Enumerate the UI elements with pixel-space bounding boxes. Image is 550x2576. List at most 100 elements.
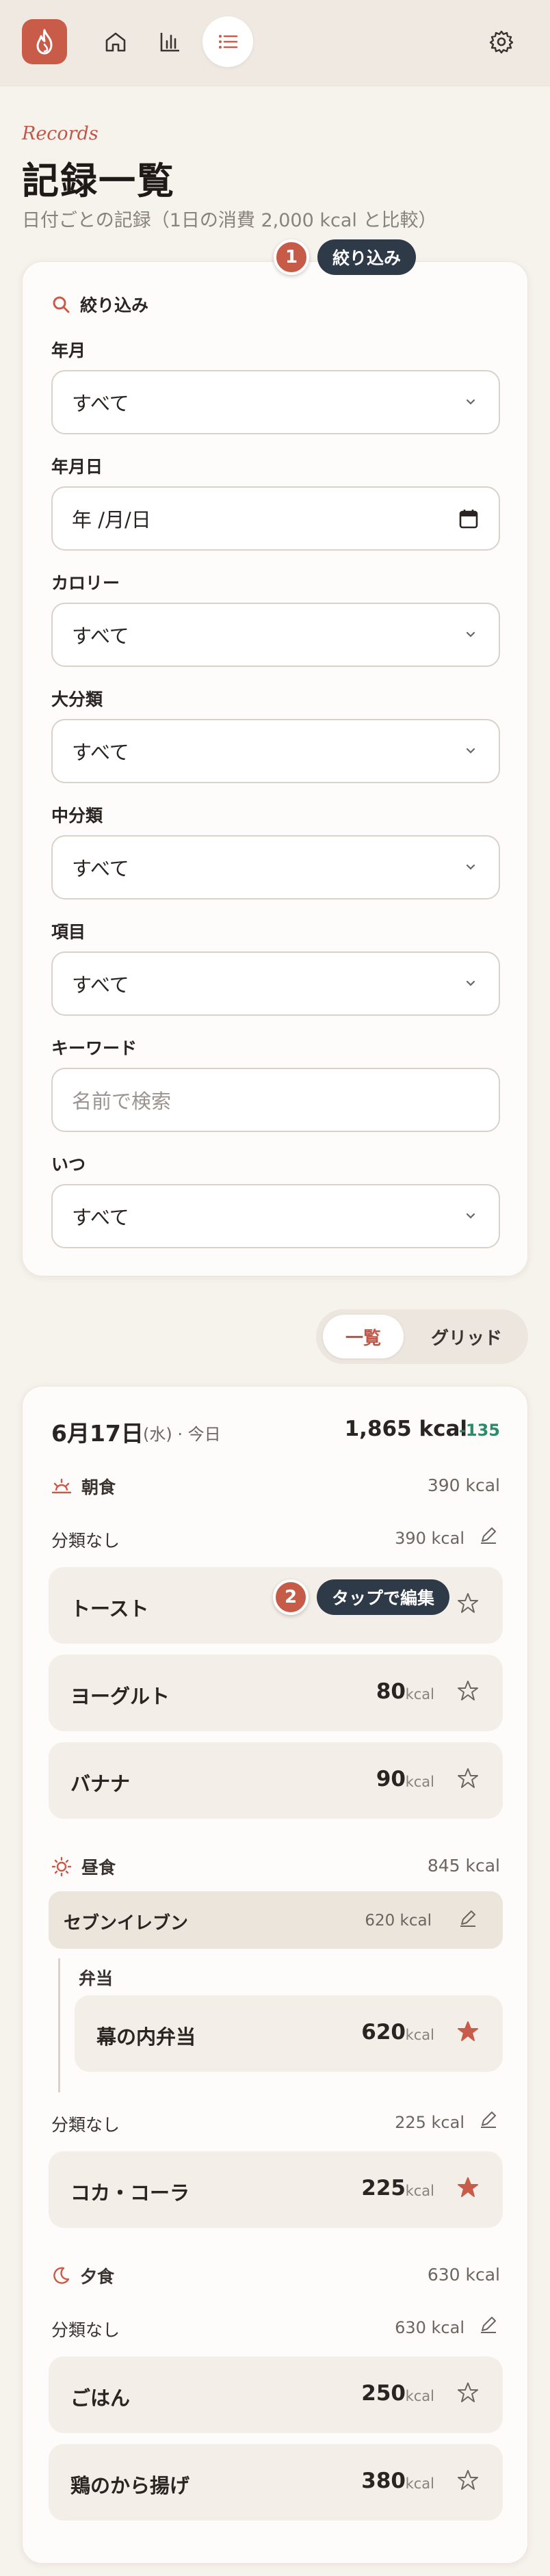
food-kcal-value: 380: [361, 2469, 406, 2493]
top-nav-bar: [0, 0, 550, 86]
day-weekday: (水) · 今日: [143, 1425, 221, 1444]
select-value: すべて: [72, 392, 129, 415]
food-name: ヨーグルト: [70, 1685, 170, 1708]
nav-stats-button[interactable]: [145, 16, 196, 67]
star-filled-icon[interactable]: [456, 2020, 480, 2043]
item-select[interactable]: すべて: [51, 951, 500, 1016]
field-label-major-category: 大分類: [51, 689, 103, 709]
meal-kcal: 630 kcal: [427, 2265, 500, 2285]
food-kcal-value: 225: [361, 2176, 406, 2200]
select-value: すべて: [72, 857, 129, 880]
sunrise-icon: [51, 1478, 72, 1494]
pencil-icon[interactable]: [478, 2314, 499, 2335]
home-icon: [105, 32, 126, 52]
food-name: トースト: [70, 1597, 149, 1620]
list-icon: [219, 35, 238, 49]
group-kcal: 630 kcal: [395, 2318, 464, 2337]
chevron-down-icon: [466, 864, 475, 870]
food-item[interactable]: 鶏のから揚げ 380 kcal: [49, 2444, 503, 2521]
meal-name: 昼食: [81, 1858, 116, 1878]
callout-number: 1: [274, 239, 309, 275]
food-item[interactable]: ヨーグルト 80 kcal: [49, 1655, 503, 1731]
keyword-input[interactable]: 名前で検索: [51, 1068, 500, 1132]
group-kcal: 390 kcal: [395, 1529, 464, 1548]
star-outline-icon[interactable]: [456, 2469, 480, 2492]
pencil-icon[interactable]: [458, 1908, 478, 1928]
select-value: すべて: [72, 973, 129, 997]
chevron-down-icon: [466, 1213, 475, 1219]
food-item[interactable]: ごはん 250 kcal: [49, 2356, 503, 2433]
select-value: すべて: [72, 625, 129, 648]
food-kcal-value: 90: [376, 1767, 406, 1791]
major-category-select[interactable]: すべて: [51, 719, 500, 783]
food-name: 鶏のから揚げ: [70, 2474, 190, 2497]
mid-category-select[interactable]: すべて: [51, 835, 500, 899]
when-select[interactable]: すべて: [51, 1184, 500, 1248]
star-outline-icon[interactable]: [456, 2381, 480, 2404]
field-label-when: いつ: [51, 1155, 86, 1174]
chevron-down-icon: [466, 748, 475, 754]
search-icon: [53, 296, 70, 313]
star-outline-icon[interactable]: [456, 1592, 480, 1615]
food-item[interactable]: 幕の内弁当 620 kcal: [75, 1995, 503, 2072]
keyword-placeholder: 名前で検索: [72, 1090, 172, 1113]
group-label: 分類なし: [51, 2320, 120, 2340]
meal-header-breakfast: 朝食: [51, 1474, 116, 1499]
flame-icon: [36, 29, 53, 55]
view-grid-button[interactable]: グリッド: [412, 1315, 521, 1358]
food-item[interactable]: コカ・コーラ 225 kcal: [49, 2151, 503, 2228]
app-logo[interactable]: [22, 19, 67, 64]
meal-name: 夕食: [80, 2267, 115, 2287]
food-kcal-unit: kcal: [405, 2183, 434, 2199]
nav-records-button[interactable]: [202, 16, 253, 67]
food-kcal-unit: kcal: [405, 2027, 434, 2043]
page-title: 記録一覧: [22, 159, 175, 202]
meal-kcal: 390 kcal: [427, 1475, 500, 1495]
food-item[interactable]: バナナ 90 kcal: [49, 1742, 503, 1819]
food-kcal-unit: kcal: [405, 2475, 434, 2492]
calendar-icon[interactable]: [459, 508, 478, 529]
filter-heading-label: 絞り込み: [80, 295, 149, 315]
chevron-down-icon: [466, 980, 475, 986]
sub-group-line: [58, 1958, 60, 2092]
store-kcal: 620 kcal: [365, 1912, 432, 1930]
view-list-button[interactable]: 一覧: [323, 1315, 404, 1358]
meal-header-dinner: 夕食: [51, 2263, 114, 2288]
year-month-select[interactable]: すべて: [51, 370, 500, 434]
star-outline-icon[interactable]: [456, 1679, 480, 1703]
date-value: 年 /月/日: [72, 508, 151, 531]
chevron-down-icon: [466, 399, 475, 405]
store-group-row[interactable]: セブンイレブン 620 kcal: [49, 1891, 503, 1949]
food-kcal-value: 620: [361, 2020, 406, 2045]
store-name: セブンイレブン: [64, 1913, 189, 1934]
pencil-icon[interactable]: [478, 1525, 499, 1545]
page-eyebrow: Records: [22, 123, 99, 144]
food-kcal-unit: kcal: [405, 1774, 434, 1790]
star-outline-icon[interactable]: [456, 1767, 480, 1790]
star-filled-icon[interactable]: [456, 2176, 480, 2199]
food-kcal-unit: kcal: [405, 2388, 434, 2404]
settings-button[interactable]: [476, 16, 527, 67]
select-value: すべて: [72, 1206, 129, 1229]
pencil-icon[interactable]: [478, 2109, 499, 2129]
food-kcal-value: 80: [376, 1679, 406, 1704]
filter-panel: 絞り込み 年月 すべて 年月日 年 /月/日 カロリー すべて 大分類 すべて …: [22, 261, 528, 1276]
nav-home-button[interactable]: [90, 16, 141, 67]
field-label-year-month: 年月: [51, 341, 86, 360]
moon-icon: [53, 2267, 70, 2284]
meal-kcal: 845 kcal: [427, 1856, 500, 1876]
sun-icon: [51, 1856, 72, 1877]
date-input[interactable]: 年 /月/日: [51, 486, 500, 551]
callout-label: タップで編集: [317, 1579, 450, 1615]
group-label: 分類なし: [51, 1531, 120, 1551]
food-kcal-value: 250: [361, 2381, 406, 2406]
food-kcal-unit: kcal: [405, 1686, 434, 1703]
callout-label: 絞り込み: [317, 239, 417, 275]
food-name: コカ・コーラ: [70, 2181, 190, 2205]
sub-group-label: 弁当: [79, 1969, 114, 1988]
filter-heading: 絞り込み: [51, 292, 148, 317]
calorie-select[interactable]: すべて: [51, 603, 500, 667]
day-date: 6月17日: [51, 1420, 144, 1447]
page-subtitle: 日付ごとの記録（1日の消費 2,000 kcal と比較）: [22, 210, 437, 231]
field-label-keyword: キーワード: [51, 1038, 138, 1058]
